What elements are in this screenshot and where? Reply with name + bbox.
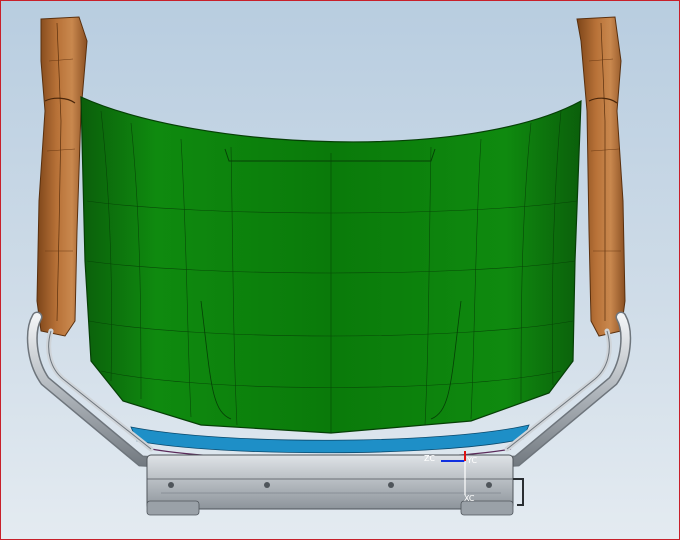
right-pillar[interactable] [576,16,626,337]
graphics-viewport[interactable]: ZC YC XC [0,0,680,540]
cad-model-scene[interactable]: ZC YC XC [1,1,680,540]
hood-panel[interactable] [80,96,582,434]
triad-yc-label: YC [466,456,477,465]
left-pillar[interactable] [36,16,88,337]
triad-zc-label: ZC [424,454,435,463]
triad-xc-label: XC [464,494,475,503]
